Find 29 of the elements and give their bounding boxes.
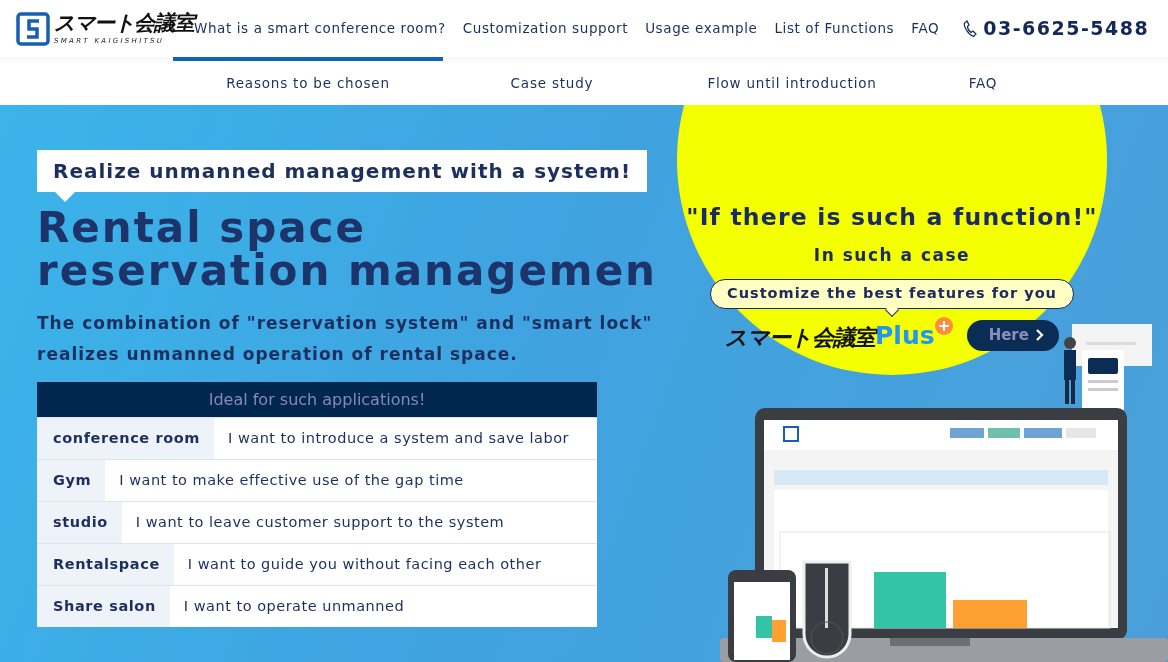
- promo-headline: "If there is such a function!": [685, 202, 1099, 233]
- use-cell: Rentalspace: [37, 544, 174, 585]
- need-cell-text: I want to make effective use of the gap time: [118, 470, 464, 490]
- nav-link[interactable]: Customization support: [462, 18, 629, 39]
- promo-subhead: In such a case: [812, 244, 972, 268]
- need-cell-text: I want to guide you without facing each other: [186, 554, 542, 574]
- subnav-tab[interactable]: Case study: [443, 57, 661, 105]
- subnav-tab[interactable]: Flow until introduction: [661, 57, 923, 105]
- nav-link[interactable]: FAQ: [911, 18, 940, 39]
- brand-logo-text: スマート会議室: [725, 324, 876, 352]
- use-cell: Share salon: [37, 586, 170, 627]
- need-cell-text: I want to introduce a system and save labor: [227, 428, 569, 448]
- chevron-icon: [1034, 328, 1045, 343]
- use-cell: Gym: [37, 460, 106, 501]
- nav-link[interactable]: Usage example: [645, 18, 758, 39]
- callout-tail: [55, 192, 75, 202]
- plus-icon: [934, 316, 953, 335]
- nav-link[interactable]: List of Functions: [774, 18, 895, 39]
- use-cell: studio: [37, 502, 122, 543]
- logo-icon[interactable]: [16, 11, 50, 46]
- need-cell-text: I want to operate unmanned: [182, 596, 405, 616]
- subnav-tab[interactable]: FAQ: [923, 57, 1043, 105]
- hero-title: Rental space reservation managemen: [37, 206, 658, 292]
- phone-number[interactable]: 03-6625-5488: [983, 14, 1150, 43]
- use-cell: conference room: [37, 418, 214, 459]
- here-button[interactable]: Here: [966, 320, 1059, 351]
- hero-lead: The combination of "reservation system" and "smart lock" realizes unmanned operation of rental space.: [37, 312, 654, 366]
- need-cell-text: I want to leave customer support to the system: [134, 512, 505, 532]
- table-heading: Ideal for such applications!: [37, 382, 597, 417]
